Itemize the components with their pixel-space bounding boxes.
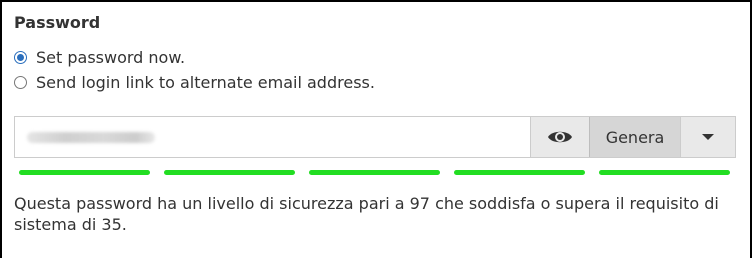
password-input-group: Genera bbox=[14, 116, 736, 158]
generate-options-dropdown-button[interactable] bbox=[680, 117, 735, 157]
option-set-password-now[interactable]: Set password now. bbox=[14, 48, 185, 67]
password-input[interactable] bbox=[15, 117, 530, 157]
radio-button[interactable] bbox=[14, 76, 27, 89]
radio-button-checked[interactable] bbox=[14, 51, 27, 64]
strength-segment bbox=[309, 170, 440, 175]
masked-password-value bbox=[27, 132, 155, 143]
strength-segment bbox=[599, 170, 730, 175]
section-title: Password bbox=[14, 13, 101, 32]
strength-segment bbox=[454, 170, 585, 175]
generate-button[interactable]: Genera bbox=[589, 117, 680, 157]
option-label: Send login link to alternate email addre… bbox=[36, 73, 375, 92]
strength-segment bbox=[19, 170, 150, 175]
caret-down-icon bbox=[702, 134, 714, 140]
option-label: Set password now. bbox=[36, 48, 186, 67]
strength-message: Questa password ha un livello di sicurez… bbox=[14, 194, 719, 234]
eye-icon bbox=[548, 131, 572, 143]
option-send-login-link[interactable]: Send login link to alternate email addre… bbox=[14, 73, 375, 92]
password-strength-meter bbox=[19, 170, 730, 175]
strength-segment bbox=[164, 170, 295, 175]
toggle-visibility-button[interactable] bbox=[530, 117, 589, 157]
